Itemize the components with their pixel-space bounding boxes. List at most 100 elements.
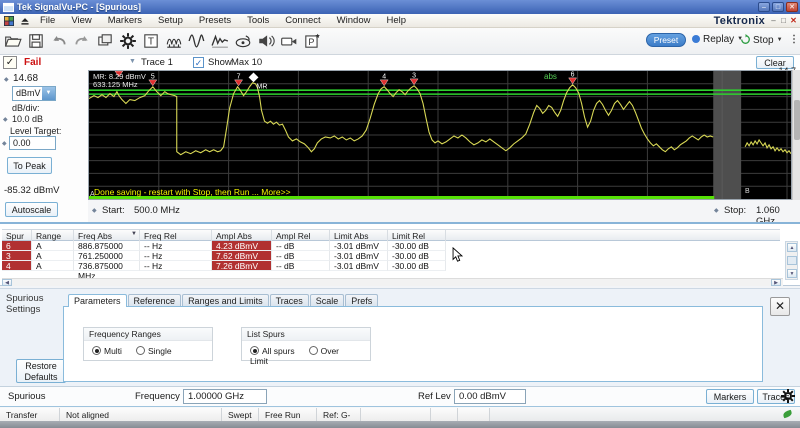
replay-button[interactable]: Replay ▼: [692, 34, 743, 45]
tab-reference[interactable]: Reference: [127, 294, 182, 306]
radio-icon[interactable]: [308, 346, 318, 355]
menu-item-connect[interactable]: Connect: [277, 14, 328, 27]
menu-item-view[interactable]: View: [63, 14, 99, 27]
menu-item-markers[interactable]: Markers: [100, 14, 150, 27]
menu-item-setup[interactable]: Setup: [150, 14, 191, 27]
close-icon[interactable]: ✕: [786, 2, 798, 12]
waveform-icon[interactable]: [188, 32, 208, 52]
cell-freq_abs[interactable]: 761.250000 MHz: [74, 251, 140, 271]
scroll-right-icon[interactable]: ▶: [771, 279, 781, 286]
cell-spur[interactable]: 4: [2, 261, 32, 271]
table-row[interactable]: 6A886.875000 MHz-- Hz4.23 dBmV-- dB-3.01…: [2, 241, 780, 261]
trace-expander-icon[interactable]: ▼: [129, 58, 136, 65]
status-message[interactable]: Done saving - restart with Stop, then Ru…: [94, 187, 291, 197]
start-value[interactable]: 500.0 MHz: [134, 205, 180, 216]
column-header-ampl_rel[interactable]: Ampl Rel: [272, 230, 330, 241]
column-header-range[interactable]: Range: [32, 230, 74, 241]
db-div-value[interactable]: 10.0 dB: [12, 114, 43, 124]
check-mark-icon[interactable]: ✓: [3, 56, 17, 69]
table-vertical-scrollbar[interactable]: ▲ ▼: [785, 241, 798, 280]
audio-icon[interactable]: [257, 32, 277, 52]
menu-item-window[interactable]: Window: [329, 14, 379, 27]
preset-button[interactable]: Preset: [646, 33, 686, 47]
minimize-icon[interactable]: –: [758, 2, 770, 12]
table-row[interactable]: 4 A 736.875000 MHz -- Hz 7.26 dBmV -- dB -3.01…: [2, 261, 780, 281]
settings-gear-icon[interactable]: [780, 388, 796, 407]
analysis-icon[interactable]: [234, 32, 254, 52]
menu-item-presets[interactable]: Presets: [191, 14, 239, 27]
to-peak-button[interactable]: To Peak: [7, 157, 52, 174]
displays-icon[interactable]: [96, 32, 116, 52]
restore-defaults-button[interactable]: Restore Defaults: [16, 359, 66, 383]
tab-parameters[interactable]: Parameters: [68, 294, 127, 307]
scroll-thumb[interactable]: [787, 256, 797, 265]
redo-icon[interactable]: [73, 32, 93, 52]
table-horizontal-scrollbar[interactable]: ◀ ▶: [2, 278, 783, 286]
title-bar[interactable]: Tek SignalVu-PC - [Spurious] – □ ✕: [0, 0, 800, 14]
radio-multi[interactable]: Multi: [92, 346, 122, 356]
cell-ampl_rel[interactable]: -- dB: [272, 261, 330, 271]
preset-star-icon[interactable]: P: [303, 32, 323, 52]
radio-icon[interactable]: [92, 346, 101, 355]
chevron-down-icon[interactable]: ▼: [42, 87, 55, 100]
stop-button[interactable]: Stop ▼: [740, 34, 783, 46]
column-header-limit_abs[interactable]: Limit Abs: [330, 230, 388, 241]
scroll-up-icon[interactable]: ▲: [787, 243, 797, 252]
more-menu-icon[interactable]: ⋮: [789, 34, 799, 45]
column-header-freq_abs[interactable]: Freq Abs ▼: [74, 230, 140, 241]
unit-select[interactable]: dBmV ▼: [12, 86, 56, 101]
cell-freq_abs[interactable]: 886.875000 MHz: [74, 241, 140, 261]
chevron-down-icon[interactable]: ▼: [777, 37, 783, 43]
ref-level-value[interactable]: 14.68: [13, 73, 38, 84]
camera-icon[interactable]: [280, 32, 300, 52]
column-header-spur[interactable]: Spur: [2, 230, 32, 241]
cell-ampl_rel[interactable]: -- dB: [272, 241, 330, 251]
cell-range[interactable]: A: [32, 251, 74, 261]
tab-scale[interactable]: Scale: [309, 294, 345, 306]
scroll-down-icon[interactable]: ▼: [787, 269, 797, 278]
cell-ampl_abs[interactable]: 4.23 dBmV: [212, 241, 272, 251]
restore-icon[interactable]: □: [772, 2, 784, 12]
tab-traces[interactable]: Traces: [269, 294, 309, 306]
radio-icon[interactable]: [250, 346, 259, 355]
reference-marker-icon[interactable]: [248, 72, 259, 83]
radio-icon[interactable]: [135, 346, 145, 355]
sort-descending-icon[interactable]: ▼: [131, 231, 137, 237]
trace-label[interactable]: Trace 1: [141, 57, 173, 68]
cell-limit_abs[interactable]: -3.01 dBmV: [330, 241, 388, 251]
cell-limit_abs[interactable]: -3.01 dBmV: [330, 261, 388, 271]
save-icon[interactable]: [27, 32, 47, 52]
show-checkbox[interactable]: ✓: [193, 57, 204, 68]
doc-close-icon[interactable]: ✕: [789, 16, 798, 25]
transient-icon[interactable]: [211, 32, 231, 52]
menu-item-tools[interactable]: Tools: [239, 14, 277, 27]
frequency-input[interactable]: 1.00000 GHz: [183, 389, 267, 404]
cell-limit_rel[interactable]: -30.00 dB: [388, 261, 446, 271]
menu-item-file[interactable]: File: [32, 14, 63, 27]
cell-ampl_rel[interactable]: -- dB: [272, 251, 330, 261]
undo-icon[interactable]: [50, 32, 70, 52]
plot-canvas[interactable]: 5 7 4 3 6 MR: [89, 71, 791, 199]
plot-scrollbar[interactable]: [792, 70, 800, 200]
cell-spur[interactable]: 6: [2, 241, 32, 251]
radio-single[interactable]: Single: [135, 346, 172, 356]
open-icon[interactable]: [4, 32, 24, 52]
column-header-freq_rel[interactable]: Freq Rel: [140, 230, 212, 241]
tab-ranges-and-limits[interactable]: Ranges and Limits: [182, 294, 269, 306]
cell-freq_rel[interactable]: -- Hz: [140, 251, 212, 261]
spectrum-icon[interactable]: [165, 32, 185, 52]
doc-minimize-icon[interactable]: –: [769, 16, 778, 25]
scroll-thumb[interactable]: [794, 100, 800, 140]
column-header-ampl_abs[interactable]: Ampl Abs: [212, 230, 272, 241]
radio-all-spurs[interactable]: All spurs: [250, 346, 295, 356]
spectrum-plot[interactable]: 5 7 4 3 6 MR MR: 8.29 dBmV 633.125 MHz abs Do…: [88, 70, 792, 200]
cell-freq_abs[interactable]: 736.875000 MHz: [74, 261, 140, 281]
doc-restore-icon[interactable]: □: [779, 16, 788, 25]
cell-limit_abs[interactable]: -3.01 dBmV: [330, 251, 388, 261]
menu-item-help[interactable]: Help: [378, 14, 414, 27]
ref-lev-input[interactable]: 0.00 dBmV: [454, 389, 526, 404]
level-target-input[interactable]: 0.00: [9, 136, 56, 150]
cell-freq_rel[interactable]: -- Hz: [140, 261, 212, 271]
table-row[interactable]: 3A761.250000 MHz-- Hz7.62 dBmV-- dB-3.01…: [2, 251, 780, 271]
trigger-icon[interactable]: T: [142, 32, 162, 52]
